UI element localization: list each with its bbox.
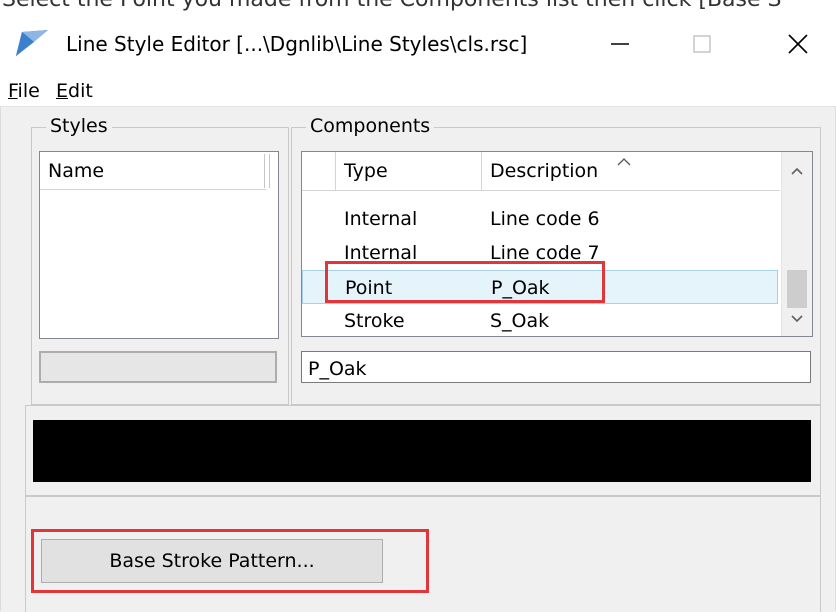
scroll-up-button[interactable] bbox=[782, 156, 812, 186]
styles-list[interactable]: Name bbox=[39, 151, 279, 339]
components-scrollbar[interactable] bbox=[781, 152, 812, 336]
highlight-point-row bbox=[325, 261, 605, 303]
maximize-button[interactable] bbox=[670, 22, 734, 66]
type-column-header[interactable]: Type bbox=[336, 152, 482, 190]
icon-column-header[interactable] bbox=[302, 152, 336, 190]
sort-ascending-icon bbox=[617, 158, 631, 166]
style-name-field bbox=[39, 351, 277, 383]
close-icon bbox=[788, 34, 808, 54]
menu-edit[interactable]: Edit bbox=[56, 79, 93, 103]
minimize-button[interactable] bbox=[588, 22, 652, 66]
components-list[interactable]: Type Description Internal Line code 6 In… bbox=[301, 151, 813, 337]
line-style-preview bbox=[33, 420, 811, 482]
component-row-1[interactable]: Internal Line code 6 bbox=[302, 202, 778, 236]
description-column-header[interactable]: Description bbox=[482, 152, 778, 190]
styles-group-label: Styles bbox=[46, 114, 112, 138]
scroll-thumb[interactable] bbox=[787, 270, 807, 308]
highlight-base-stroke-button bbox=[31, 529, 429, 593]
instruction-text: Select the Point you made from the Compo… bbox=[0, 0, 836, 12]
menu-bar: File Edit bbox=[0, 76, 836, 107]
components-group-label: Components bbox=[306, 114, 435, 138]
component-row-4[interactable]: Stroke S_Oak bbox=[302, 304, 778, 336]
chevron-down-icon bbox=[791, 315, 803, 323]
title-bar: Line Style Editor [...\Dgnlib\Line Style… bbox=[0, 12, 836, 76]
component-name-input[interactable]: P_Oak bbox=[301, 351, 811, 383]
menu-file[interactable]: File bbox=[8, 79, 40, 103]
close-button[interactable] bbox=[766, 22, 830, 66]
maximize-icon bbox=[693, 35, 711, 53]
minimize-icon bbox=[611, 43, 629, 45]
chevron-up-icon bbox=[791, 167, 803, 175]
dialog-body: Styles Name Components Type Description … bbox=[0, 107, 836, 612]
header-divider bbox=[302, 190, 780, 191]
line-style-app-icon bbox=[14, 28, 50, 62]
scroll-down-button[interactable] bbox=[782, 304, 812, 334]
name-column-header[interactable]: Name bbox=[40, 152, 266, 190]
column-divider bbox=[264, 154, 270, 188]
window-title: Line Style Editor [...\Dgnlib\Line Style… bbox=[66, 32, 528, 56]
